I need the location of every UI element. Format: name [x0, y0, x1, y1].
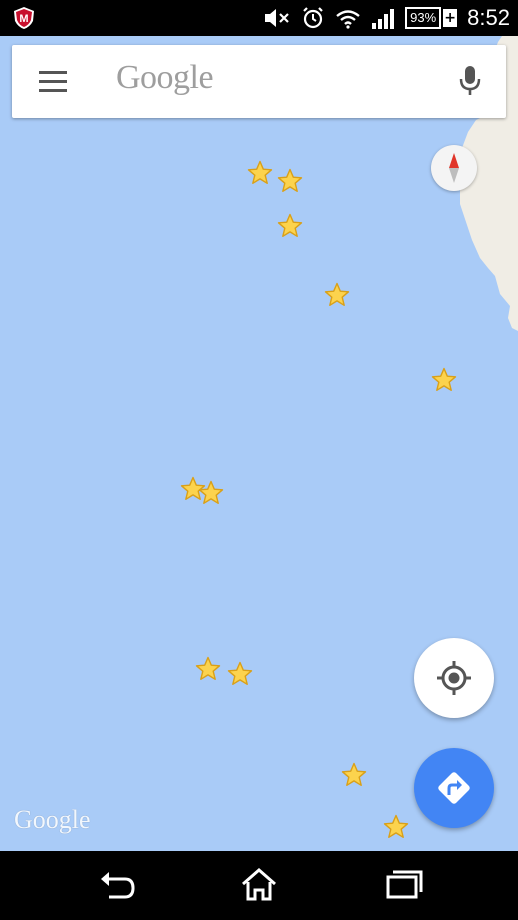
status-bar: M 93% + 8:52: [0, 0, 518, 36]
status-time: 8:52: [467, 5, 510, 30]
star-marker-icon[interactable]: [198, 480, 224, 506]
star-marker-icon[interactable]: [227, 661, 253, 687]
svg-text:M: M: [19, 13, 28, 25]
directions-icon: [438, 772, 470, 804]
mute-icon: [265, 9, 289, 27]
mic-icon[interactable]: [458, 65, 482, 97]
back-icon[interactable]: [93, 865, 143, 905]
wifi-icon: [336, 10, 360, 29]
recent-apps-icon[interactable]: [378, 865, 428, 905]
star-marker-icon[interactable]: [277, 168, 303, 194]
google-watermark: Google: [14, 805, 91, 834]
star-marker-icon[interactable]: [195, 656, 221, 682]
search-bar[interactable]: Google: [12, 45, 506, 118]
directions-button[interactable]: [414, 748, 494, 828]
star-marker-icon[interactable]: [431, 367, 457, 393]
star-marker-icon[interactable]: [341, 762, 367, 788]
my-location-icon: [437, 661, 471, 695]
battery-icon: 93% +: [405, 7, 458, 29]
star-marker-icon[interactable]: [324, 282, 350, 308]
signal-icon: [372, 9, 395, 29]
star-marker-icon[interactable]: [277, 213, 303, 239]
charging-icon: +: [443, 9, 458, 27]
home-icon[interactable]: [234, 865, 284, 905]
star-marker-icon[interactable]: [383, 814, 409, 840]
star-marker-icon[interactable]: [247, 160, 273, 186]
compass-button[interactable]: [431, 145, 477, 191]
menu-icon[interactable]: [39, 71, 67, 93]
battery-percent: 93%: [405, 7, 442, 29]
alarm-icon: [303, 7, 323, 29]
mcafee-icon: M: [14, 7, 34, 29]
search-logo[interactable]: Google: [116, 59, 214, 97]
system-nav-bar: [0, 851, 518, 920]
my-location-button[interactable]: [414, 638, 494, 718]
compass-icon: [449, 153, 459, 183]
